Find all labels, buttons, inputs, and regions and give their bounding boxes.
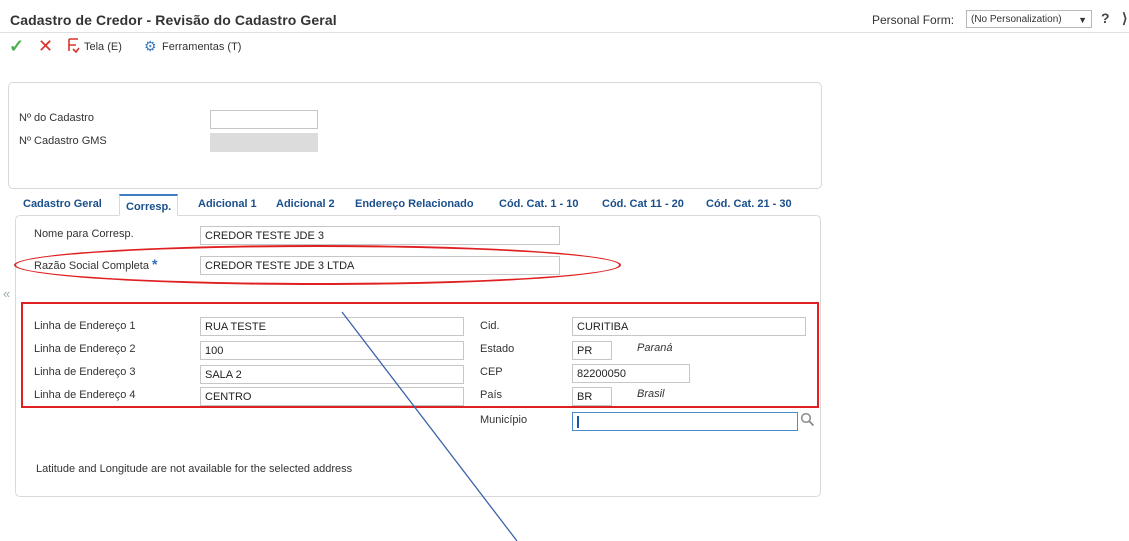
tab-endereco-relacionado[interactable]: Endereço Relacionado	[355, 198, 474, 210]
gms-input	[210, 133, 318, 152]
nome-corresp-label: Nome para Corresp.	[34, 228, 134, 240]
close-icon[interactable]: ⟩	[1122, 10, 1127, 27]
cadastro-input[interactable]	[210, 110, 318, 129]
collapse-chevron-icon[interactable]: «	[3, 286, 10, 301]
cancel-x-icon[interactable]: ✕	[38, 36, 53, 57]
ferramentas-menu[interactable]: Ferramentas (T)	[162, 41, 241, 53]
tab-cod-cat-21-30[interactable]: Cód. Cat. 21 - 30	[706, 198, 792, 210]
page-title: Cadastro de Credor - Revisão do Cadastro…	[10, 12, 337, 28]
personal-form-value: (No Personalization)	[971, 14, 1062, 25]
tab-corresp[interactable]: Corresp.	[119, 194, 179, 216]
tela-menu[interactable]: Tela (E)	[84, 41, 122, 53]
search-icon[interactable]	[800, 412, 815, 430]
tab-adicional-1[interactable]: Adicional 1	[198, 198, 257, 210]
cadastro-label: Nº do Cadastro	[19, 112, 94, 124]
gms-label: Nº Cadastro GMS	[19, 135, 107, 147]
municipio-input[interactable]	[572, 412, 798, 431]
text-cursor	[577, 416, 579, 428]
municipio-label: Município	[480, 414, 528, 426]
help-icon[interactable]: ?	[1101, 10, 1110, 26]
personal-form-select[interactable]: (No Personalization) ▼	[966, 10, 1092, 28]
annotation-box	[21, 302, 819, 408]
nome-corresp-input[interactable]: CREDOR TESTE JDE 3	[200, 226, 560, 245]
caret-down-icon: ▼	[1078, 15, 1087, 25]
tab-cod-cat-1-10[interactable]: Cód. Cat. 1 - 10	[499, 198, 578, 210]
gear-icon[interactable]: ⚙	[144, 38, 157, 55]
personal-form-label: Personal Form:	[872, 13, 955, 27]
lat-long-note: Latitude and Longitude are not available…	[36, 463, 353, 475]
annotation-ellipse	[14, 245, 621, 285]
tela-menu-icon[interactable]	[67, 37, 81, 57]
divider	[0, 32, 1129, 33]
header-form-panel	[8, 82, 822, 189]
tab-cod-cat-11-20[interactable]: Cód. Cat 11 - 20	[602, 198, 684, 210]
ok-check-icon[interactable]: ✓	[9, 36, 24, 57]
tab-cadastro-geral[interactable]: Cadastro Geral	[23, 198, 102, 210]
tab-adicional-2[interactable]: Adicional 2	[276, 198, 335, 210]
